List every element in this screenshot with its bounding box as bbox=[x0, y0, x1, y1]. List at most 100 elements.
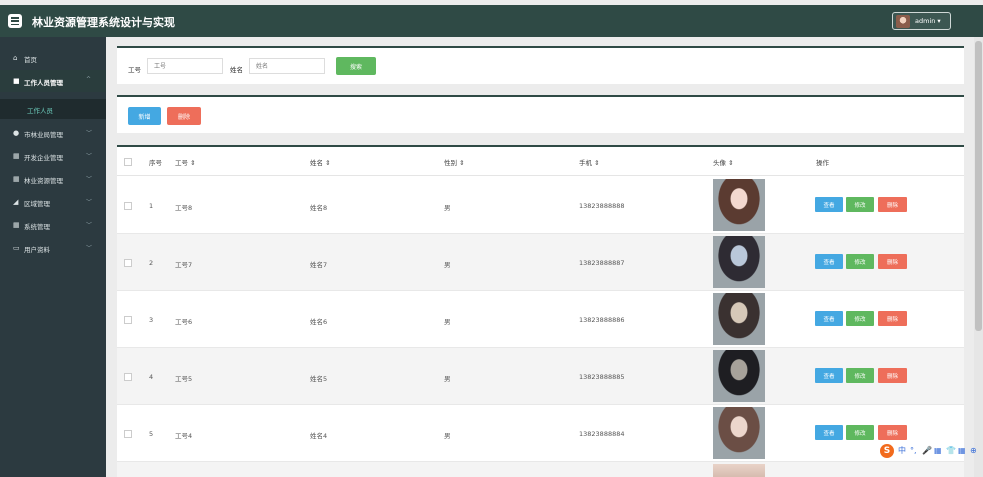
cell-gender: 男 bbox=[444, 204, 451, 212]
cell-name: 姓名5 bbox=[310, 375, 328, 383]
ime-skin-icon[interactable]: 👕 bbox=[946, 446, 956, 456]
sidebar-subitem-worker[interactable]: 工作人员 bbox=[0, 99, 106, 119]
row-checkbox[interactable] bbox=[124, 430, 132, 438]
sidebar-item-label: 首页 bbox=[24, 56, 37, 64]
view-button[interactable]: 查看 bbox=[815, 197, 843, 212]
row-delete-button[interactable]: 删除 bbox=[878, 368, 907, 383]
header-gender[interactable]: 性别 ⇕ bbox=[444, 157, 465, 167]
name-label: 姓名 bbox=[230, 66, 243, 74]
table-row: 1 工号8 姓名8 男 13823888888 查看 修改 删除 bbox=[117, 177, 964, 234]
cell-name: 姓名8 bbox=[310, 204, 328, 212]
view-button[interactable]: 查看 bbox=[815, 425, 843, 440]
delete-button[interactable]: 删除 bbox=[167, 107, 201, 125]
action-panel: 新增 删除 bbox=[117, 95, 964, 133]
chevron-down-icon: ﹀ bbox=[86, 199, 93, 206]
cell-seq: 1 bbox=[149, 202, 154, 210]
cell-phone: 13823888885 bbox=[579, 373, 625, 381]
header-photo[interactable]: 头像 ⇕ bbox=[713, 157, 734, 167]
view-button[interactable]: 查看 bbox=[815, 368, 843, 383]
sidebar-item-label: 区域管理 bbox=[24, 200, 50, 208]
row-checkbox[interactable] bbox=[124, 202, 132, 210]
avatar-photo bbox=[713, 293, 765, 345]
table-row: 4 工号5 姓名5 男 13823888885 查看 修改 删除 bbox=[117, 348, 964, 405]
sidebar-item-resources[interactable]: ▦ 林业资源管理 ﹀ bbox=[0, 168, 106, 190]
sidebar-item-label: 系统管理 bbox=[24, 223, 50, 231]
sidebar-item-forestry-bureau[interactable]: ● 市林业局管理 ﹀ bbox=[0, 122, 106, 144]
top-bar: 林业资源管理系统设计与实现 admin ▾ bbox=[0, 5, 983, 37]
sidebar-item-system[interactable]: ▦ 系统管理 ﹀ bbox=[0, 214, 106, 236]
row-delete-button[interactable]: 删除 bbox=[878, 254, 907, 269]
chevron-down-icon: ﹀ bbox=[86, 222, 93, 229]
view-button[interactable]: 查看 bbox=[815, 254, 843, 269]
avatar-photo bbox=[713, 179, 765, 231]
row-delete-button[interactable]: 删除 bbox=[878, 425, 907, 440]
row-checkbox[interactable] bbox=[124, 316, 132, 324]
sidebar-item-label: 工作人员管理 bbox=[24, 79, 63, 87]
header-name[interactable]: 姓名 ⇕ bbox=[310, 157, 331, 167]
cell-phone: 13823888888 bbox=[579, 202, 625, 210]
menu-toggle-icon[interactable] bbox=[8, 14, 22, 28]
edit-button[interactable]: 修改 bbox=[846, 368, 874, 383]
avatar-photo bbox=[713, 236, 765, 288]
row-checkbox[interactable] bbox=[124, 373, 132, 381]
edit-button[interactable]: 修改 bbox=[846, 425, 874, 440]
ime-keyboard-icon[interactable]: ▦ bbox=[934, 446, 942, 456]
chevron-down-icon: ﹀ bbox=[86, 176, 93, 183]
user-menu[interactable]: admin ▾ bbox=[892, 12, 951, 30]
ime-punct-icon[interactable]: °, bbox=[910, 446, 917, 456]
ime-settings-icon[interactable]: ⊕ bbox=[970, 446, 977, 456]
area-icon: ◢ bbox=[13, 198, 19, 206]
sidebar-item-region[interactable]: ◢ 区域管理 ﹀ bbox=[0, 191, 106, 213]
edit-button[interactable]: 修改 bbox=[846, 197, 874, 212]
cell-phone: 13823888884 bbox=[579, 430, 625, 438]
cell-id: 工号6 bbox=[175, 318, 193, 326]
view-button[interactable]: 查看 bbox=[815, 311, 843, 326]
id-label: 工号 bbox=[128, 66, 141, 74]
sidebar-item-home[interactable]: ⌂ 首页 bbox=[0, 47, 106, 69]
cell-id: 工号4 bbox=[175, 432, 193, 440]
sidebar-item-enterprise[interactable]: ▦ 开发企业管理 ﹀ bbox=[0, 145, 106, 167]
table-row: 3 工号6 姓名6 男 13823888886 查看 修改 删除 bbox=[117, 291, 964, 348]
chevron-up-icon: ^ bbox=[86, 76, 92, 83]
row-checkbox[interactable] bbox=[124, 259, 132, 267]
ime-chinese-icon[interactable]: 中 bbox=[898, 446, 906, 456]
cell-id: 工号7 bbox=[175, 261, 193, 269]
row-delete-button[interactable]: 删除 bbox=[878, 197, 907, 212]
row-delete-button[interactable]: 删除 bbox=[878, 311, 907, 326]
select-all-checkbox[interactable] bbox=[124, 158, 132, 166]
header-id[interactable]: 工号 ⇕ bbox=[175, 157, 196, 167]
page-scrollbar[interactable] bbox=[974, 37, 983, 477]
ime-toolbar: S 中 °, 🎤 ▦ 👕 ▦ ⊕ bbox=[880, 444, 983, 458]
avatar-photo bbox=[713, 350, 765, 402]
ime-mic-icon[interactable]: 🎤 bbox=[922, 446, 932, 456]
edit-button[interactable]: 修改 bbox=[846, 311, 874, 326]
user-avatar bbox=[896, 15, 910, 28]
table-row: 2 工号7 姓名7 男 13823888887 查看 修改 删除 bbox=[117, 234, 964, 291]
chevron-down-icon: ﹀ bbox=[86, 153, 93, 160]
cell-name: 姓名7 bbox=[310, 261, 328, 269]
grid-icon: ▦ bbox=[13, 152, 20, 160]
scroll-thumb[interactable] bbox=[975, 41, 982, 331]
ime-logo-icon[interactable]: S bbox=[880, 444, 894, 458]
edit-button[interactable]: 修改 bbox=[846, 254, 874, 269]
ime-apps-icon[interactable]: ▦ bbox=[958, 446, 966, 456]
add-button[interactable]: 新增 bbox=[128, 107, 161, 125]
avatar-photo bbox=[713, 464, 765, 477]
cell-seq: 5 bbox=[149, 430, 154, 438]
name-search-input[interactable] bbox=[249, 58, 325, 74]
search-button[interactable]: 搜索 bbox=[336, 57, 376, 75]
header-phone[interactable]: 手机 ⇕ bbox=[579, 157, 600, 167]
id-search-input[interactable] bbox=[147, 58, 223, 74]
table-row: 5 工号4 姓名4 男 13823888884 查看 修改 删除 bbox=[117, 405, 964, 462]
profile-icon: ▭ bbox=[13, 244, 20, 252]
sidebar-item-label: 市林业局管理 bbox=[24, 131, 63, 139]
sidebar-item-profile[interactable]: ▭ 用户资料 ﹀ bbox=[0, 237, 106, 259]
data-table: 序号 工号 ⇕ 姓名 ⇕ 性别 ⇕ 手机 ⇕ 头像 ⇕ 操作 1 工号8 姓名8 男 1… bbox=[117, 145, 964, 477]
cell-seq: 3 bbox=[149, 316, 154, 324]
app-title: 林业资源管理系统设计与实现 bbox=[32, 16, 175, 29]
header-seq: 序号 bbox=[149, 159, 162, 167]
cell-phone: 13823888886 bbox=[579, 316, 625, 324]
sidebar-item-worker-mgmt[interactable]: ■ 工作人员管理 ^ bbox=[0, 70, 106, 92]
search-panel: 工号 姓名 搜索 bbox=[117, 46, 964, 84]
cell-seq: 4 bbox=[149, 373, 154, 381]
